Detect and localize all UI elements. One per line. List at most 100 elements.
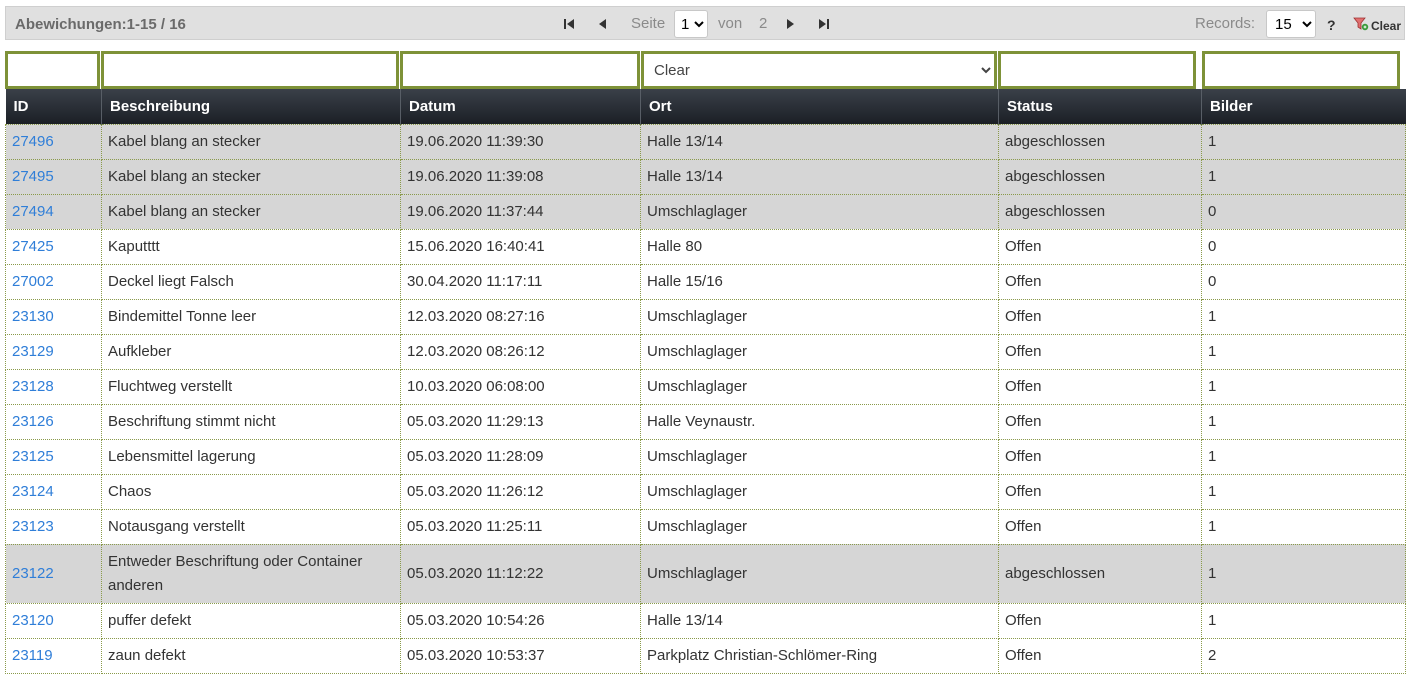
cell-status: abgeschlossen <box>998 543 1202 604</box>
table-row[interactable]: 23123 Notausgang verstellt 05.03.2020 11:2… <box>5 508 1406 545</box>
cell-id: 23123 <box>5 508 102 545</box>
clear-filter-label: Clear <box>1371 18 1402 33</box>
help-button[interactable]: ? <box>1327 17 1336 33</box>
cell-status: Offen <box>998 602 1202 639</box>
next-page-icon[interactable] <box>782 16 798 32</box>
cell-ort: Halle Veynaustr. <box>640 403 999 440</box>
cell-status: abgeschlossen <box>998 158 1202 195</box>
cell-beschreibung: Bindemittel Tonne leer <box>101 298 401 335</box>
row-id-link[interactable]: 23119 <box>12 647 53 664</box>
table-row[interactable]: 23122 Entweder Beschriftung oder Containe… <box>5 543 1406 604</box>
cell-beschreibung: Kabel blang an stecker <box>101 123 401 160</box>
cell-id: 23125 <box>5 438 102 475</box>
row-id-link[interactable]: 27495 <box>12 168 54 185</box>
filter-bilder-input[interactable] <box>1205 54 1397 86</box>
clear-filter-icon <box>1353 17 1369 34</box>
table-row[interactable]: 27425 Kaputttt 15.06.2020 16:40:41 Halle 80… <box>5 228 1406 265</box>
prev-page-icon[interactable] <box>595 16 611 32</box>
first-page-icon[interactable] <box>561 16 577 32</box>
filter-bilder <box>1202 51 1400 89</box>
cell-datum: 19.06.2020 11:39:08 <box>400 158 641 195</box>
cell-datum: 10.03.2020 06:08:00 <box>400 368 641 405</box>
table-row[interactable]: 23126 Beschriftung stimmt nicht 05.03.2020… <box>5 403 1406 440</box>
table-row[interactable]: 23128 Fluchtweg verstellt 10.03.2020 06:08… <box>5 368 1406 405</box>
filter-beschreibung-input[interactable] <box>104 54 396 86</box>
table-row[interactable]: 23129 Aufkleber 12.03.2020 08:26:12 Umschla… <box>5 333 1406 370</box>
cell-id: 23120 <box>5 602 102 639</box>
cell-id: 27425 <box>5 228 102 265</box>
cell-bilder: 0 <box>1201 263 1406 300</box>
table-row[interactable]: 23125 Lebensmittel lagerung 05.03.2020 11:… <box>5 438 1406 475</box>
cell-id: 23119 <box>5 637 102 674</box>
cell-status: Offen <box>998 637 1202 674</box>
filter-ort-select[interactable]: Clear <box>644 54 994 86</box>
row-id-link[interactable]: 23129 <box>12 343 54 360</box>
table-row[interactable]: 27494 Kabel blang an stecker 19.06.2020 11… <box>5 193 1406 230</box>
table-body: 27496 Kabel blang an stecker 19.06.2020 11… <box>5 123 1406 674</box>
column-header-datum[interactable]: Datum <box>400 89 641 124</box>
data-table: ID Beschreibung Datum Ort Status Bilder … <box>5 89 1406 674</box>
cell-bilder: 1 <box>1201 333 1406 370</box>
grid-title: Abewichungen:1-15 / 16 <box>15 16 186 33</box>
cell-status: Offen <box>998 333 1202 370</box>
cell-beschreibung: Beschriftung stimmt nicht <box>101 403 401 440</box>
cell-bilder: 1 <box>1201 403 1406 440</box>
table-row[interactable]: 23119 zaun defekt 05.03.2020 10:53:37 Parkp… <box>5 637 1406 674</box>
cell-id: 27495 <box>5 158 102 195</box>
row-id-link[interactable]: 23130 <box>12 308 54 325</box>
filter-datum-input[interactable] <box>403 54 637 86</box>
table-row[interactable]: 27495 Kabel blang an stecker 19.06.2020 11… <box>5 158 1406 195</box>
cell-datum: 12.03.2020 08:27:16 <box>400 298 641 335</box>
row-id-link[interactable]: 27425 <box>12 238 54 255</box>
cell-ort: Umschlaglager <box>640 298 999 335</box>
header-row: ID Beschreibung Datum Ort Status Bilder <box>5 89 1406 124</box>
cell-datum: 12.03.2020 08:26:12 <box>400 333 641 370</box>
cell-bilder: 1 <box>1201 368 1406 405</box>
row-id-link[interactable]: 23123 <box>12 518 54 535</box>
cell-beschreibung: Chaos <box>101 473 401 510</box>
cell-id: 27494 <box>5 193 102 230</box>
row-id-link[interactable]: 23125 <box>12 448 54 465</box>
row-id-link[interactable]: 23128 <box>12 378 54 395</box>
filter-row: Clear <box>5 51 1405 89</box>
cell-datum: 05.03.2020 11:26:12 <box>400 473 641 510</box>
page-select[interactable]: 12 <box>674 10 708 38</box>
cell-ort: Halle 13/14 <box>640 158 999 195</box>
row-id-link[interactable]: 23124 <box>12 483 54 500</box>
row-id-link[interactable]: 27496 <box>12 133 54 150</box>
cell-bilder: 0 <box>1201 193 1406 230</box>
records-select[interactable]: 15 <box>1266 10 1316 38</box>
cell-status: Offen <box>998 368 1202 405</box>
cell-ort: Umschlaglager <box>640 333 999 370</box>
cell-beschreibung: Fluchtweg verstellt <box>101 368 401 405</box>
cell-beschreibung: Kabel blang an stecker <box>101 158 401 195</box>
last-page-icon[interactable] <box>816 16 832 32</box>
cell-bilder: 1 <box>1201 543 1406 604</box>
row-id-link[interactable]: 23126 <box>12 413 54 430</box>
table-row[interactable]: 23130 Bindemittel Tonne leer 12.03.2020 08… <box>5 298 1406 335</box>
row-id-link[interactable]: 23120 <box>12 612 54 629</box>
cell-bilder: 1 <box>1201 508 1406 545</box>
column-header-beschreibung[interactable]: Beschreibung <box>101 89 401 124</box>
column-header-status[interactable]: Status <box>998 89 1202 124</box>
column-header-id[interactable]: ID <box>5 89 102 124</box>
filter-status-input[interactable] <box>1001 54 1193 86</box>
row-id-link[interactable]: 23122 <box>12 565 54 582</box>
row-id-link[interactable]: 27494 <box>12 203 54 220</box>
filter-status <box>998 51 1196 89</box>
filter-id-input[interactable] <box>8 54 97 86</box>
cell-id: 27002 <box>5 263 102 300</box>
cell-status: Offen <box>998 508 1202 545</box>
column-header-bilder[interactable]: Bilder <box>1201 89 1406 124</box>
table-row[interactable]: 27002 Deckel liegt Falsch 30.04.2020 11:17… <box>5 263 1406 300</box>
table-row[interactable]: 23124 Chaos 05.03.2020 11:26:12 Umschlaglag… <box>5 473 1406 510</box>
cell-ort: Halle 13/14 <box>640 602 999 639</box>
clear-filter-button[interactable]: Clear <box>1353 17 1401 34</box>
column-header-ort[interactable]: Ort <box>640 89 999 124</box>
grid-toolbar: Abewichungen:1-15 / 16 Seite 12 von 2 Re… <box>5 6 1405 40</box>
cell-datum: 05.03.2020 11:29:13 <box>400 403 641 440</box>
row-id-link[interactable]: 27002 <box>12 273 54 290</box>
cell-beschreibung: puffer defekt <box>101 602 401 639</box>
table-row[interactable]: 23120 puffer defekt 05.03.2020 10:54:26 Hal… <box>5 602 1406 639</box>
table-row[interactable]: 27496 Kabel blang an stecker 19.06.2020 11… <box>5 123 1406 160</box>
